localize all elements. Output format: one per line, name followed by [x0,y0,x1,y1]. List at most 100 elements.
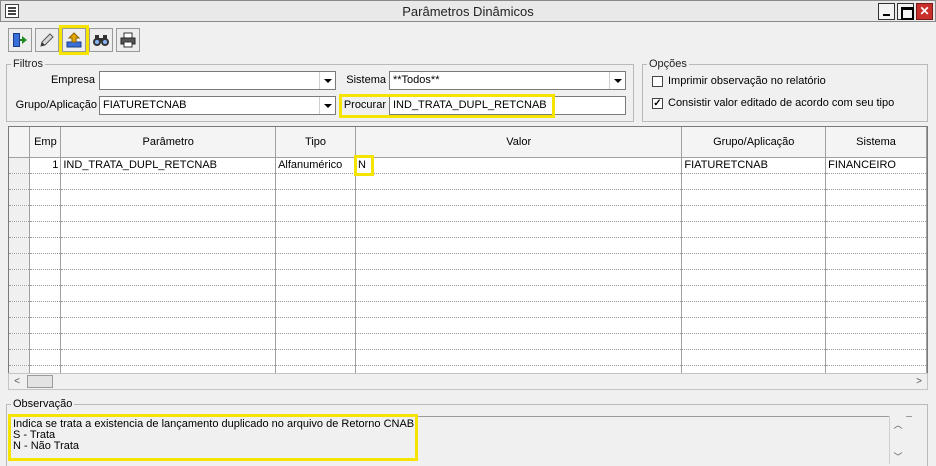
table-row[interactable] [9,253,927,270]
table-row[interactable] [9,221,927,238]
empty-cell[interactable] [29,333,62,350]
empty-cell[interactable] [29,349,62,366]
col-header-tipo[interactable]: Tipo [275,127,356,158]
horizontal-scrollbar[interactable]: < > [8,373,928,390]
empty-cell[interactable] [29,285,62,302]
empty-cell[interactable] [681,333,827,350]
empty-cell[interactable] [355,349,683,366]
empty-cell[interactable] [681,253,827,270]
consistir-valor-checkbox[interactable]: ✓ [652,98,663,109]
empty-cell[interactable] [681,301,827,318]
empty-cell[interactable] [60,237,277,254]
cell-valor[interactable]: N [355,157,683,174]
scroll-right-icon[interactable]: > [911,374,927,389]
row-indicator[interactable] [9,269,31,286]
empty-cell[interactable] [60,269,277,286]
row-indicator[interactable] [9,221,31,238]
row-indicator[interactable] [9,237,31,254]
row-indicator[interactable] [9,349,31,366]
empty-cell[interactable] [681,285,827,302]
empty-cell[interactable] [275,253,356,270]
maximize-button[interactable] [897,3,914,20]
empty-cell[interactable] [60,205,277,222]
table-row[interactable] [9,349,927,366]
empty-cell[interactable] [60,317,277,334]
print-button[interactable] [116,28,140,52]
exit-button[interactable] [8,28,32,52]
scroll-down-icon[interactable]: ﹀ [890,448,906,464]
empty-cell[interactable] [29,221,62,238]
minimize-button[interactable] [878,3,895,20]
empty-cell[interactable] [355,285,683,302]
empty-cell[interactable] [60,301,277,318]
observacao-scrollbar[interactable]: ︿ ﹀ [889,416,906,464]
empty-cell[interactable] [355,301,683,318]
scroll-up-icon[interactable]: ︿ [890,416,906,432]
parameters-grid[interactable]: Emp Parâmetro Tipo Valor Grupo/Aplicação… [8,126,928,390]
row-indicator[interactable] [9,205,31,222]
empty-cell[interactable] [275,221,356,238]
empty-cell[interactable] [825,237,927,254]
empty-cell[interactable] [275,349,356,366]
empty-cell[interactable] [355,269,683,286]
row-indicator[interactable] [9,285,31,302]
empty-cell[interactable] [355,205,683,222]
scroll-thumb[interactable] [27,375,53,388]
empty-cell[interactable] [275,173,356,190]
empty-cell[interactable] [681,349,827,366]
cell-sistema[interactable]: FINANCEIRO [825,157,927,174]
chevron-down-icon[interactable] [319,72,335,89]
empty-cell[interactable] [681,221,827,238]
sistema-select[interactable]: **Todos** [389,71,626,90]
col-header-sistema[interactable]: Sistema [825,127,927,158]
empty-cell[interactable] [681,317,827,334]
cell-grupo[interactable]: FIATURETCNAB [681,157,827,174]
empty-cell[interactable] [29,189,62,206]
empty-cell[interactable] [681,237,827,254]
empty-cell[interactable] [60,221,277,238]
table-row[interactable] [9,205,927,222]
col-header-valor[interactable]: Valor [355,127,683,158]
empty-cell[interactable] [681,205,827,222]
empty-cell[interactable] [825,301,927,318]
empty-cell[interactable] [60,173,277,190]
scroll-left-icon[interactable]: < [9,374,25,389]
empty-cell[interactable] [355,189,683,206]
empty-cell[interactable] [355,237,683,254]
empty-cell[interactable] [60,253,277,270]
table-row[interactable] [9,317,927,334]
save-button[interactable] [59,25,89,55]
empty-cell[interactable] [825,173,927,190]
edit-button[interactable] [35,28,59,52]
row-indicator[interactable] [9,301,31,318]
col-header-parametro[interactable]: Parâmetro [60,127,277,158]
row-indicator[interactable] [9,157,31,174]
empty-cell[interactable] [275,301,356,318]
empty-cell[interactable] [275,317,356,334]
empty-cell[interactable] [275,189,356,206]
cell-emp[interactable]: 1 [29,157,62,174]
empty-cell[interactable] [60,189,277,206]
empty-cell[interactable] [355,221,683,238]
empty-cell[interactable] [681,269,827,286]
grupo-select[interactable]: FIATURETCNAB [99,96,336,115]
empty-cell[interactable] [355,317,683,334]
close-button[interactable]: ✕ [916,3,933,20]
empty-cell[interactable] [29,317,62,334]
table-row[interactable] [9,173,927,190]
row-indicator[interactable] [9,189,31,206]
empty-cell[interactable] [275,205,356,222]
empty-cell[interactable] [825,221,927,238]
col-header-grupo[interactable]: Grupo/Aplicação [681,127,827,158]
empty-cell[interactable] [275,269,356,286]
table-row[interactable] [9,333,927,350]
empty-cell[interactable] [681,189,827,206]
table-row[interactable] [9,189,927,206]
col-header-emp[interactable]: Emp [29,127,62,158]
empty-cell[interactable] [825,333,927,350]
empty-cell[interactable] [29,205,62,222]
table-row[interactable] [9,301,927,318]
row-indicator[interactable] [9,173,31,190]
table-row[interactable] [9,237,927,254]
row-indicator[interactable] [9,253,31,270]
